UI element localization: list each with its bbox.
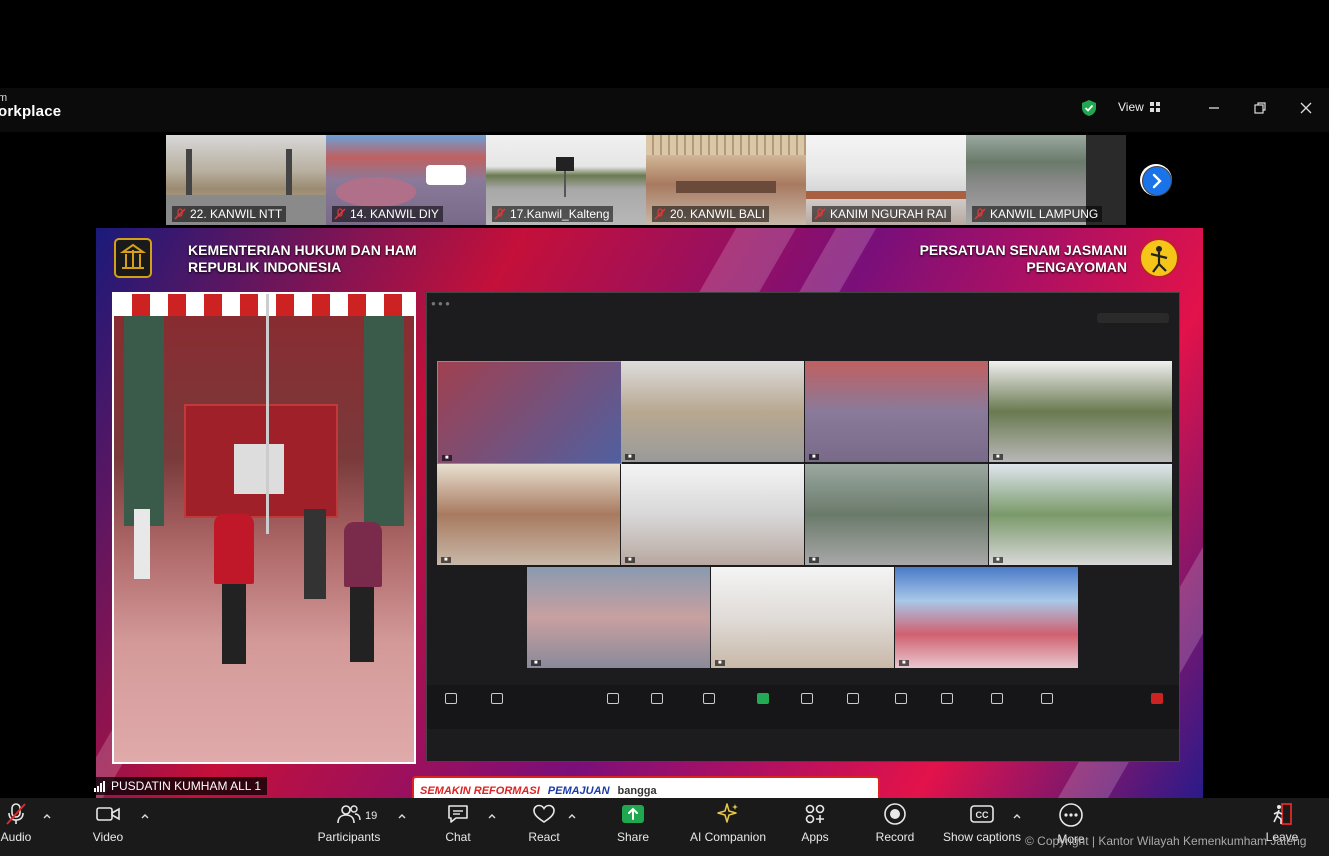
mic-muted-icon — [174, 208, 186, 220]
participant-tile[interactable]: KANIM NGURAH RAI — [806, 135, 966, 225]
share-screen-icon — [622, 805, 644, 823]
chevron-up-icon[interactable] — [1012, 812, 1022, 820]
participant-name: KANWIL LAMPUNG — [972, 206, 1103, 222]
minimize-icon[interactable] — [1204, 98, 1224, 118]
chevron-up-icon[interactable] — [42, 812, 52, 820]
nested-toolbar-item — [637, 693, 677, 707]
nested-toolbar-item — [1027, 693, 1067, 707]
participant-name: 22. KANWIL NTT — [172, 206, 287, 222]
mic-muted-icon — [6, 803, 26, 825]
chevron-up-icon[interactable] — [567, 812, 577, 820]
mic-muted-icon — [334, 208, 346, 220]
nested-tile: ■ — [527, 567, 710, 668]
organization-title: PERSATUAN SENAM JASMANI PENGAYOMAN — [919, 242, 1127, 275]
ai-companion-button[interactable]: AI Companion — [688, 802, 768, 844]
mic-muted-icon — [974, 208, 986, 220]
ministry-logo-icon — [114, 238, 152, 278]
close-icon[interactable] — [1296, 98, 1316, 118]
participant-strip: 22. KANWIL NTT 14. KANWIL DIY 17.Kanwil_… — [166, 135, 1126, 225]
chat-bubble-icon — [448, 805, 468, 823]
audio-button[interactable]: Audio — [0, 802, 32, 844]
apps-icon — [805, 804, 825, 824]
nested-tile: ■ — [989, 361, 1172, 462]
nested-toolbar-item — [1137, 693, 1177, 707]
participant-name: 17.Kanwil_Kalteng — [492, 206, 614, 222]
sparkle-icon — [717, 803, 738, 823]
record-icon — [884, 803, 906, 825]
next-page-button[interactable] — [1140, 164, 1172, 196]
nested-toolbar-item — [881, 693, 921, 707]
participant-tile[interactable]: 17.Kanwil_Kalteng — [486, 135, 646, 225]
signal-strength-icon — [94, 780, 105, 792]
grid-view-icon — [1149, 102, 1160, 112]
nested-tile: ■ — [437, 361, 622, 464]
participant-tile[interactable]: 14. KANWIL DIY — [326, 135, 486, 225]
nested-toolbar-item — [689, 693, 729, 707]
nested-meeting-screen: ● ● ● ■ ■ ■ ■ ■ ■ ■ ■ ■ ■ ■ — [426, 292, 1180, 762]
nested-tile: ■ — [621, 361, 804, 462]
closed-captions-icon: CC — [970, 805, 994, 823]
record-button[interactable]: Record — [873, 802, 917, 844]
participant-name: KANIM NGURAH RAI — [812, 206, 951, 222]
restore-icon[interactable] — [1250, 98, 1270, 118]
chat-button[interactable]: Chat — [440, 802, 476, 844]
gymnastics-emblem-icon — [1139, 238, 1179, 278]
chevron-up-icon[interactable] — [140, 812, 150, 820]
app-brand: m orkplace — [0, 92, 62, 120]
share-button[interactable]: Share — [614, 802, 652, 844]
svg-text:CC: CC — [976, 810, 989, 820]
apps-button[interactable]: Apps — [798, 802, 832, 844]
nested-toolbar-item — [743, 693, 783, 707]
nested-tile: ■ — [805, 464, 988, 565]
participants-count: 19 — [365, 810, 378, 822]
video-camera-icon — [96, 807, 120, 821]
ministry-title: KEMENTERIAN HUKUM DAN HAM REPUBLIK INDON… — [188, 242, 417, 275]
react-button[interactable]: React — [524, 802, 564, 844]
mic-muted-icon — [814, 208, 826, 220]
nested-toolbar-item — [977, 693, 1017, 707]
more-dots-icon — [1059, 803, 1083, 827]
chevron-up-icon[interactable] — [487, 812, 497, 820]
video-button[interactable]: Video — [88, 802, 128, 844]
nested-toolbar-item — [477, 693, 517, 707]
nested-toolbar-item — [787, 693, 827, 707]
nested-tile: ■ — [621, 464, 804, 565]
participant-name: 20. KANWIL BALI — [652, 206, 769, 222]
participant-name: 14. KANWIL DIY — [332, 206, 443, 222]
copyright-watermark: © Copyright | Kantor Wilayah Kemenkumham… — [1025, 834, 1307, 848]
leave-door-icon — [1273, 803, 1292, 825]
heart-icon — [533, 804, 555, 823]
nested-toolbar-item — [833, 693, 873, 707]
participant-tile[interactable]: KANWIL LAMPUNG — [966, 135, 1126, 225]
encryption-shield-icon[interactable] — [1080, 99, 1098, 117]
shared-screen: KEMENTERIAN HUKUM DAN HAM REPUBLIK INDON… — [96, 228, 1203, 798]
nested-tile: ■ — [895, 567, 1078, 668]
mic-muted-icon — [654, 208, 666, 220]
chevron-right-icon — [1152, 173, 1162, 189]
show-captions-button[interactable]: CC Show captions — [942, 802, 1022, 844]
nested-tile: ■ — [989, 464, 1172, 565]
nested-toolbar-item — [927, 693, 967, 707]
nested-tile: ■ — [711, 567, 894, 668]
nested-tile: ■ — [437, 464, 620, 565]
view-button[interactable]: View — [1118, 100, 1160, 114]
participant-tile[interactable]: 20. KANWIL BALI — [646, 135, 806, 225]
top-black-band — [0, 0, 1329, 88]
participant-tile[interactable]: 22. KANWIL NTT — [166, 135, 326, 225]
active-speaker-label: PUSDATIN KUMHAM ALL 1 — [88, 777, 268, 795]
participants-button[interactable]: Participants — [314, 802, 384, 844]
chevron-up-icon[interactable] — [397, 812, 407, 820]
nested-toolbar-item — [593, 693, 633, 707]
view-label: View — [1118, 100, 1144, 114]
brand-line-2: orkplace — [0, 103, 62, 120]
slogan-banner: SEMAKIN REFORMASI PEMAJUAN bangga — [412, 776, 880, 798]
main-camera-video — [112, 292, 416, 764]
mic-muted-icon — [494, 208, 506, 220]
nested-toolbar-item — [431, 693, 471, 707]
nested-tile: ■ — [805, 361, 988, 462]
participants-icon — [337, 805, 361, 824]
